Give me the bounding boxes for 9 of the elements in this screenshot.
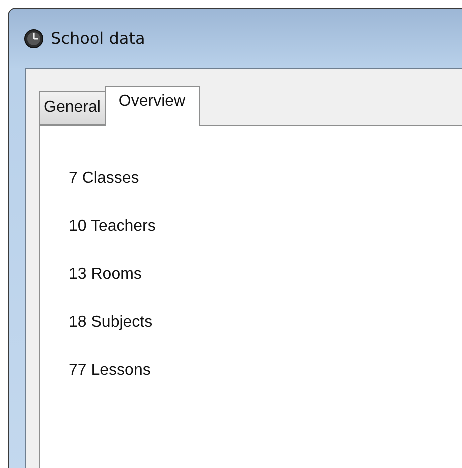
overview-item: 18 Subjects (69, 313, 154, 333)
window-title: School data (51, 29, 146, 48)
overview-item: 13 Rooms (69, 265, 143, 285)
overview-item: 10 Teachers (69, 217, 157, 237)
tab[interactable]: General (39, 91, 105, 125)
overview-item: 7 Classes (69, 169, 140, 189)
overview-item: 77 Lessons (69, 361, 152, 381)
tab[interactable]: Overview (104, 86, 200, 126)
clock-icon (24, 28, 44, 48)
